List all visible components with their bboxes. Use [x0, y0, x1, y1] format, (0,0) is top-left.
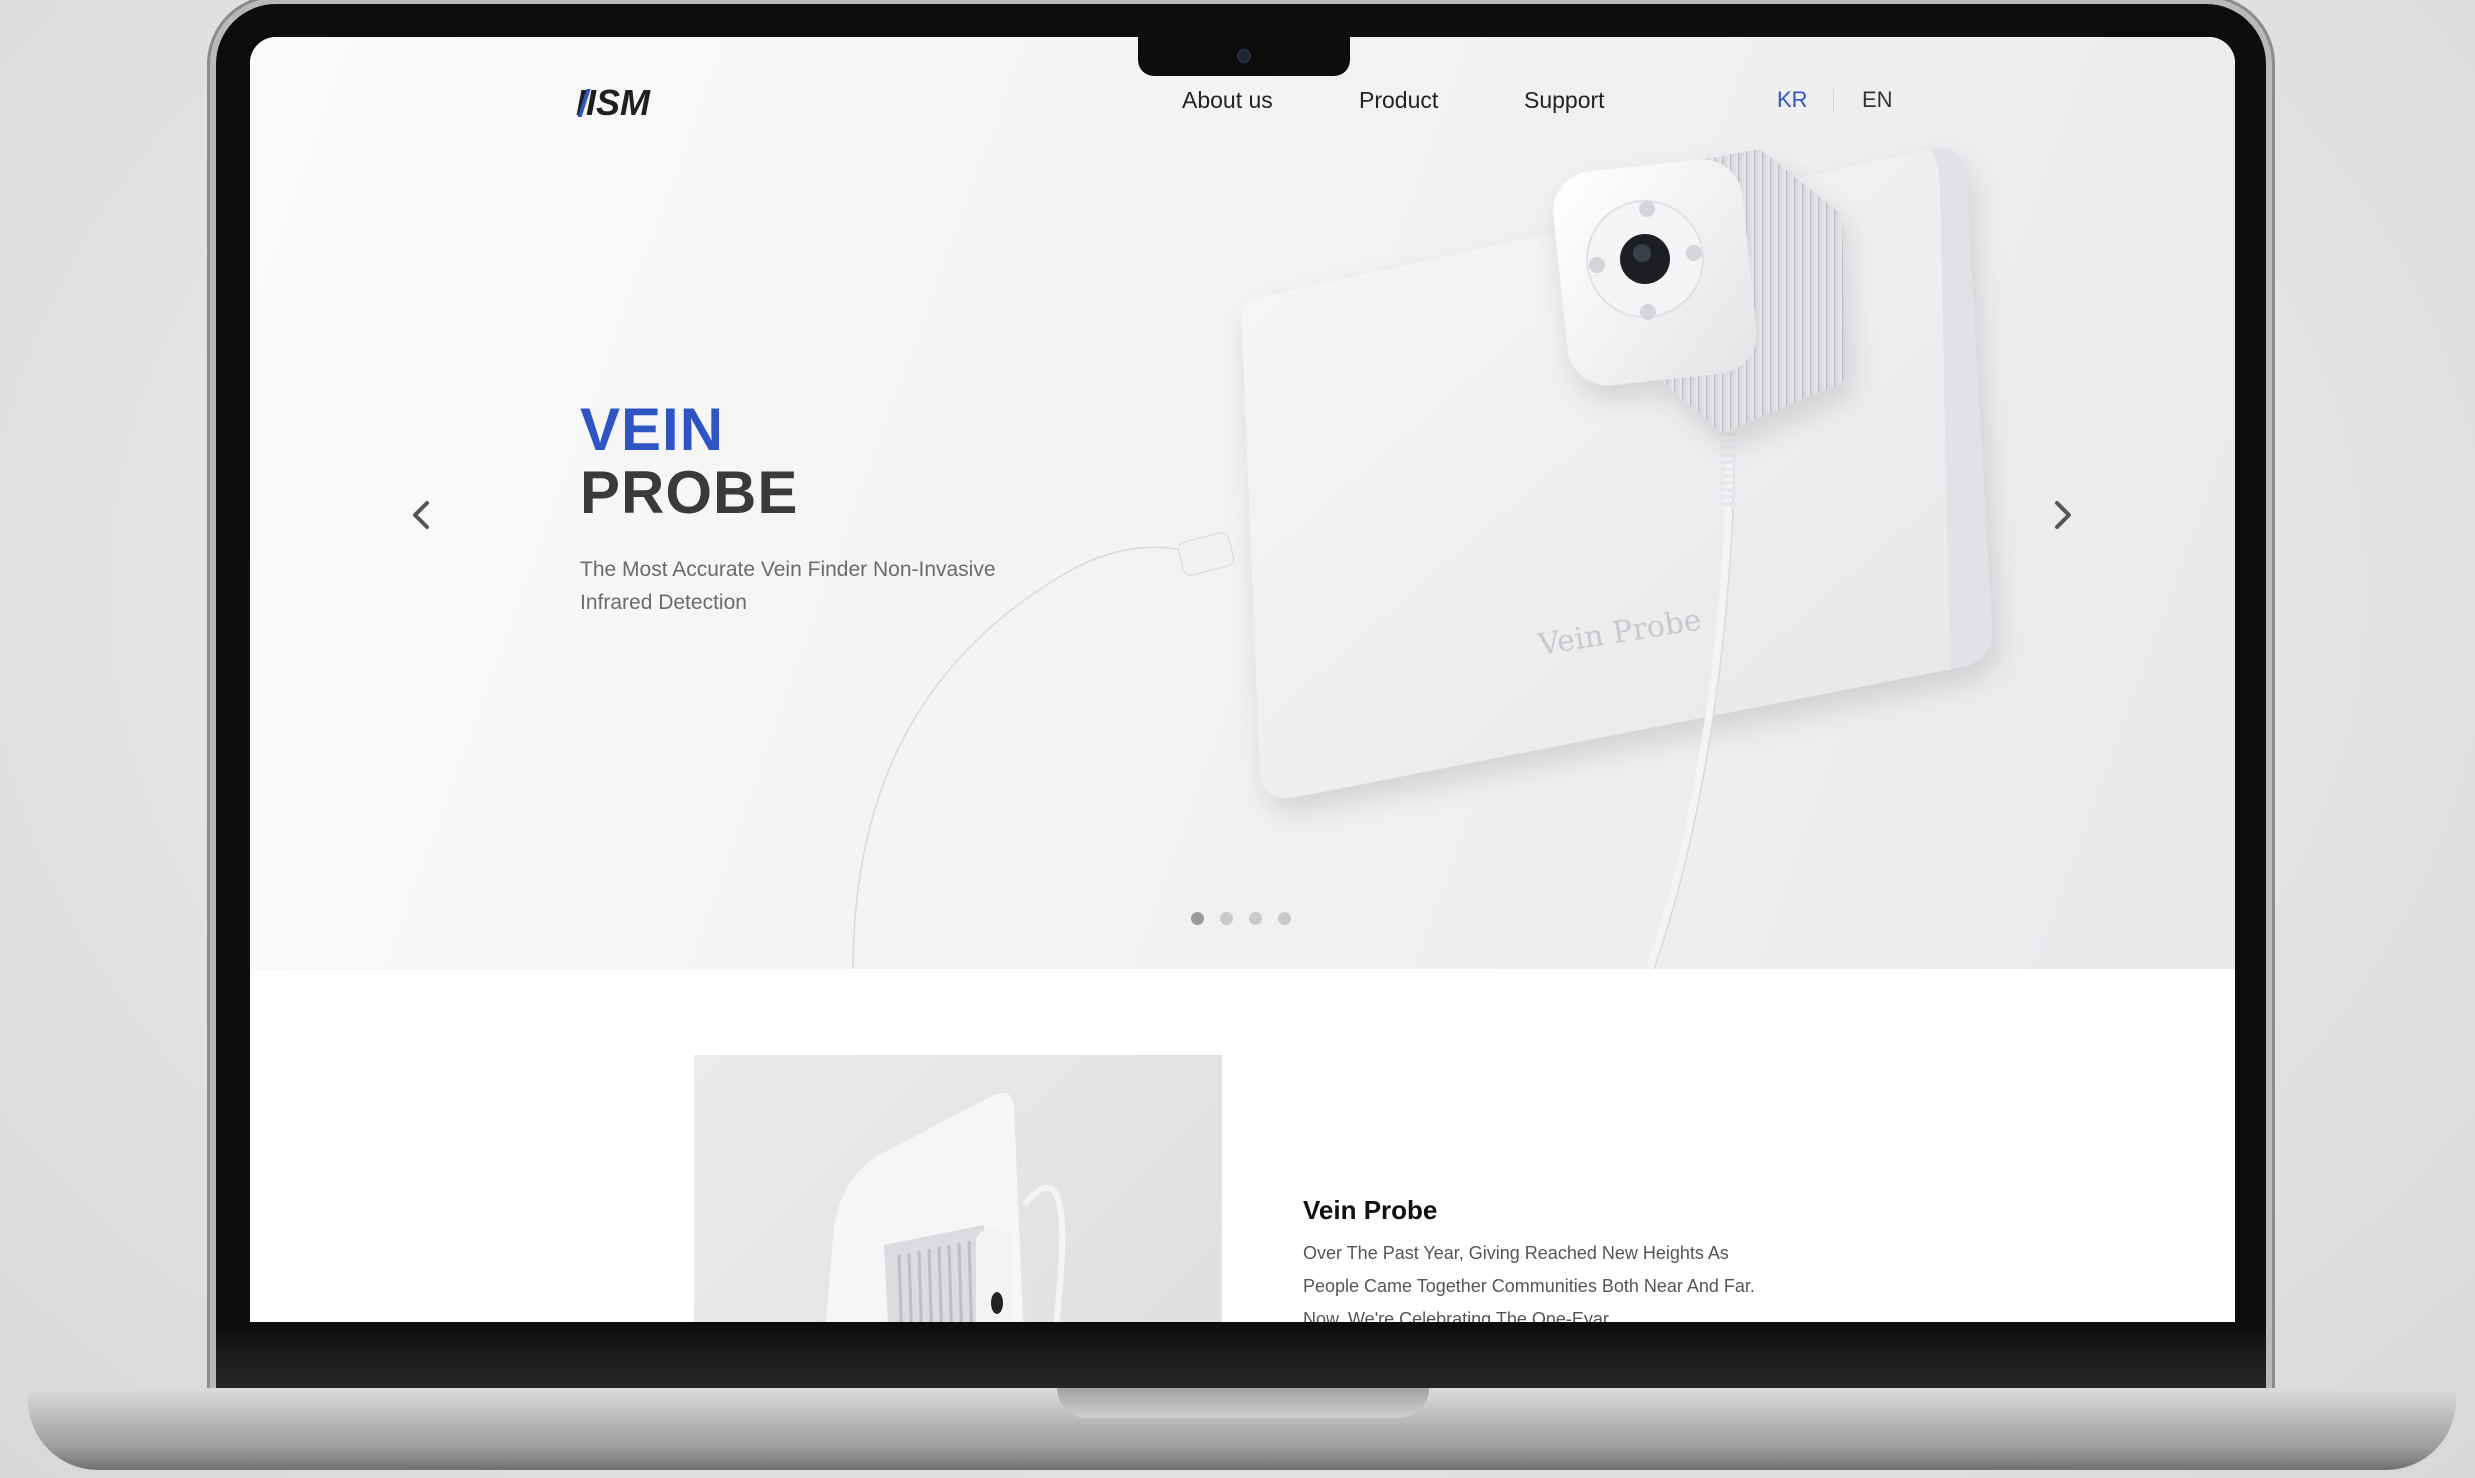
nav-product[interactable]: Product — [1359, 87, 1438, 114]
nav-about-us[interactable]: About us — [1182, 87, 1273, 114]
hero-section: Vein Probe IISM About us Product Support… — [250, 37, 2235, 969]
product-title: Vein Probe — [1303, 1195, 1438, 1225]
carousel-next-button[interactable] — [2043, 487, 2083, 543]
webcam-icon — [1237, 49, 1251, 63]
lang-en[interactable]: EN — [1862, 87, 1893, 113]
hero-title-vein: VEIN — [580, 396, 725, 463]
hero-subtitle: The Most Accurate Vein Finder Non-Invasi… — [580, 558, 996, 614]
product-hero-image: Vein Probe — [846, 148, 1993, 969]
lang-kr[interactable]: KR — [1777, 87, 1808, 113]
carousel-dot[interactable] — [1220, 912, 1233, 925]
hero-title-probe: PROBE — [580, 459, 799, 526]
carousel-prev-button[interactable] — [401, 487, 441, 543]
carousel-dot[interactable] — [1278, 912, 1291, 925]
nav-support[interactable]: Support — [1524, 87, 1605, 114]
product-section: Vein Probe Over The Past Year, Giving Re… — [250, 969, 2235, 1322]
lang-divider — [1833, 89, 1834, 113]
laptop-screen: Vein Probe IISM About us Product Support… — [250, 37, 2235, 1322]
carousel-dot[interactable] — [1191, 912, 1204, 925]
carousel-dot[interactable] — [1249, 912, 1262, 925]
brand-logo[interactable]: IISM — [576, 85, 672, 119]
laptop-trackpad-notch — [1057, 1388, 1429, 1418]
camera-notch — [1138, 36, 1350, 76]
product-thumbnail — [694, 1055, 1222, 1322]
product-thumbnail-illustration — [825, 1092, 1066, 1322]
product-description: Over The Past Year, Giving Reached New H… — [1303, 1243, 1755, 1322]
chevron-right-icon — [2055, 501, 2071, 529]
chevron-left-icon — [413, 501, 429, 529]
